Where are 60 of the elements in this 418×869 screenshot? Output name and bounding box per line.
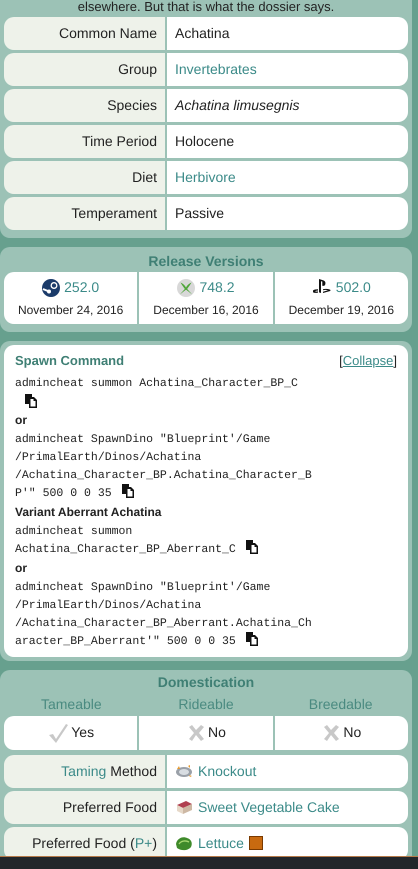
version-link[interactable]: 748.2	[199, 277, 235, 298]
row-value[interactable]: Herbivore	[167, 161, 408, 194]
code-line: aracter_BP_Aberrant'" 500 0 0 35	[15, 634, 236, 648]
row-label: Common Name	[4, 17, 165, 50]
code-line: admincheat summon	[15, 524, 132, 538]
row-label: Species	[4, 89, 165, 122]
code-line: Achatina_Character_BP_Aberrant_C	[15, 542, 236, 556]
intro-text: elsewhere. But that is what the dossier says.	[76, 0, 336, 14]
code-line: /Achatina_Character_BP.Achatina_Character_B	[15, 468, 312, 482]
value-link[interactable]: Lettuce	[198, 832, 244, 854]
row-value: Achatina limusegnis	[167, 89, 408, 122]
release-date: December 16, 2016	[153, 302, 259, 319]
flag-value: No	[208, 723, 226, 742]
bracket: ]	[393, 353, 397, 368]
code-line: admincheat SpawnDino "Blueprint'/Game	[15, 580, 270, 594]
row-label: )	[152, 834, 157, 853]
code-line: /PrimalEarth/Dinos/Achatina	[15, 450, 202, 464]
code-line: admincheat SpawnDino "Blueprint'/Game	[15, 432, 270, 446]
section-title: Domestication	[156, 672, 256, 692]
release-date: November 24, 2016	[18, 302, 124, 319]
code-line: /Achatina_Character_BP_Aberrant.Achatina_Ch	[15, 616, 312, 630]
row-value: Passive	[167, 197, 408, 230]
collapse-link[interactable]: Collapse	[342, 353, 394, 368]
row-value[interactable]: Invertebrates	[167, 53, 408, 86]
copy-icon[interactable]	[246, 632, 259, 646]
section-title: Spawn Command	[15, 352, 124, 370]
code-line: /PrimalEarth/Dinos/Achatina	[15, 598, 202, 612]
row-label: Preferred Food (	[32, 834, 135, 853]
flag-value: No	[343, 723, 362, 742]
code-line: P'" 500 0 0 35	[15, 486, 112, 500]
row-label: Group	[4, 53, 165, 86]
cake-icon	[175, 799, 193, 815]
section-title: Release Versions	[147, 252, 265, 271]
or-text: or	[15, 560, 28, 576]
xbox-logo-icon	[177, 278, 196, 296]
value-link[interactable]: Knockout	[198, 760, 256, 782]
row-value: Achatina	[167, 17, 408, 50]
or-text: or	[15, 412, 28, 428]
flag-value: Yes	[71, 723, 94, 742]
label-link[interactable]: Taming	[61, 760, 110, 782]
copy-icon[interactable]	[246, 540, 259, 554]
label-link[interactable]: P+	[134, 832, 152, 854]
bracket: [	[339, 353, 343, 368]
copy-icon[interactable]	[122, 484, 135, 498]
code-line: admincheat summon Achatina_Character_BP_C	[15, 376, 298, 390]
release-date: December 19, 2016	[288, 302, 394, 319]
copy-icon[interactable]	[25, 394, 38, 408]
column-heading: Tameable	[40, 694, 103, 714]
column-heading: Breedable	[308, 694, 374, 714]
row-label: Diet	[4, 161, 165, 194]
row-label: Preferred Food	[62, 798, 157, 816]
row-value: Holocene	[167, 125, 408, 158]
version-link[interactable]: 502.0	[336, 277, 371, 298]
row-label: Method	[110, 762, 157, 780]
column-heading: Rideable	[177, 694, 235, 714]
row-label: Temperament	[4, 197, 165, 230]
steam-logo-icon	[42, 278, 60, 296]
variant-heading: Variant Aberrant Achatina	[15, 504, 162, 520]
row-label: Time Period	[4, 125, 165, 158]
version-link[interactable]: 252.0	[64, 277, 100, 298]
